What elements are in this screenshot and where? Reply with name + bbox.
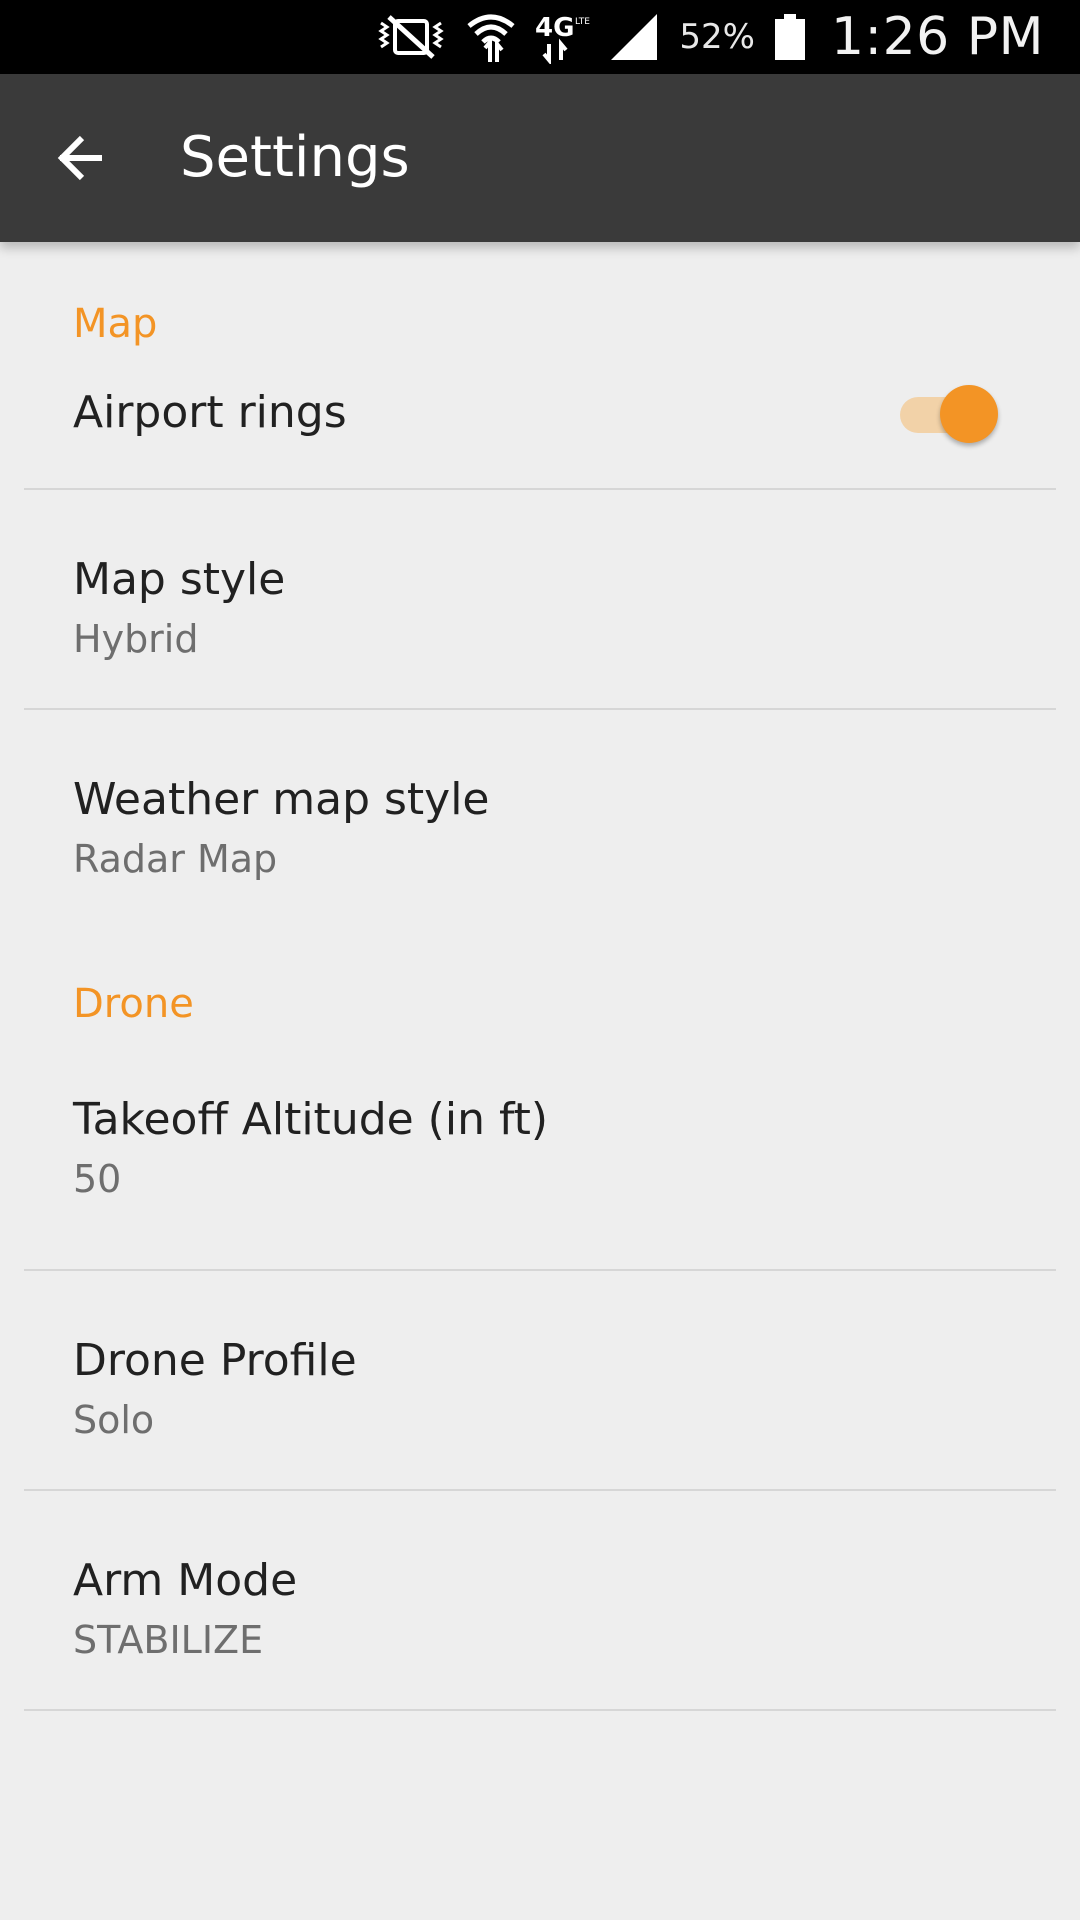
cell-signal-icon — [609, 0, 659, 74]
arm-mode-setting[interactable]: Arm Mode STABILIZE — [0, 1491, 1080, 1709]
divider — [24, 1709, 1056, 1711]
takeoff-altitude-value: 50 — [73, 1157, 122, 1201]
weather-map-style-setting[interactable]: Weather map style Radar Map — [0, 710, 1080, 928]
arm-mode-value: STABILIZE — [73, 1618, 264, 1662]
drone-profile-setting[interactable]: Drone Profile Solo — [0, 1271, 1080, 1489]
4g-lte-icon: 4G LTE — [535, 0, 591, 74]
takeoff-altitude-label: Takeoff Altitude (in ft) — [73, 1094, 549, 1145]
airport-rings-label: Airport rings — [73, 387, 347, 438]
arrow-left-icon — [57, 135, 102, 181]
airport-rings-toggle[interactable] — [894, 383, 998, 443]
weather-map-style-label: Weather map style — [73, 774, 490, 825]
back-button[interactable] — [30, 108, 130, 208]
page-title: Settings — [180, 125, 410, 190]
arm-mode-label: Arm Mode — [73, 1555, 298, 1606]
settings-list: Map Airport rings Map style Hybrid Weath… — [0, 242, 1080, 1711]
svg-text:LTE: LTE — [575, 17, 590, 27]
weather-map-style-value: Radar Map — [73, 837, 278, 881]
status-bar: 4G LTE 52% 1:26 PM — [0, 0, 1080, 74]
app-bar: Settings — [0, 74, 1080, 242]
map-style-value: Hybrid — [73, 617, 199, 661]
section-header-drone: Drone — [73, 981, 194, 1027]
wifi-icon — [465, 0, 517, 74]
svg-text:4G: 4G — [535, 13, 574, 43]
clock: 1:26 PM — [830, 7, 1044, 67]
battery-percent: 52% — [679, 17, 755, 57]
airport-rings-setting[interactable]: Airport rings — [0, 344, 1080, 488]
vibrate-icon — [375, 0, 447, 74]
battery-icon — [773, 0, 807, 74]
toggle-thumb — [940, 385, 998, 443]
map-style-setting[interactable]: Map style Hybrid — [0, 490, 1080, 708]
section-header-map: Map — [73, 301, 158, 347]
takeoff-altitude-setting[interactable]: Takeoff Altitude (in ft) 50 — [0, 1024, 1080, 1269]
map-style-label: Map style — [73, 554, 286, 605]
drone-profile-label: Drone Profile — [73, 1335, 357, 1386]
drone-profile-value: Solo — [73, 1398, 155, 1442]
